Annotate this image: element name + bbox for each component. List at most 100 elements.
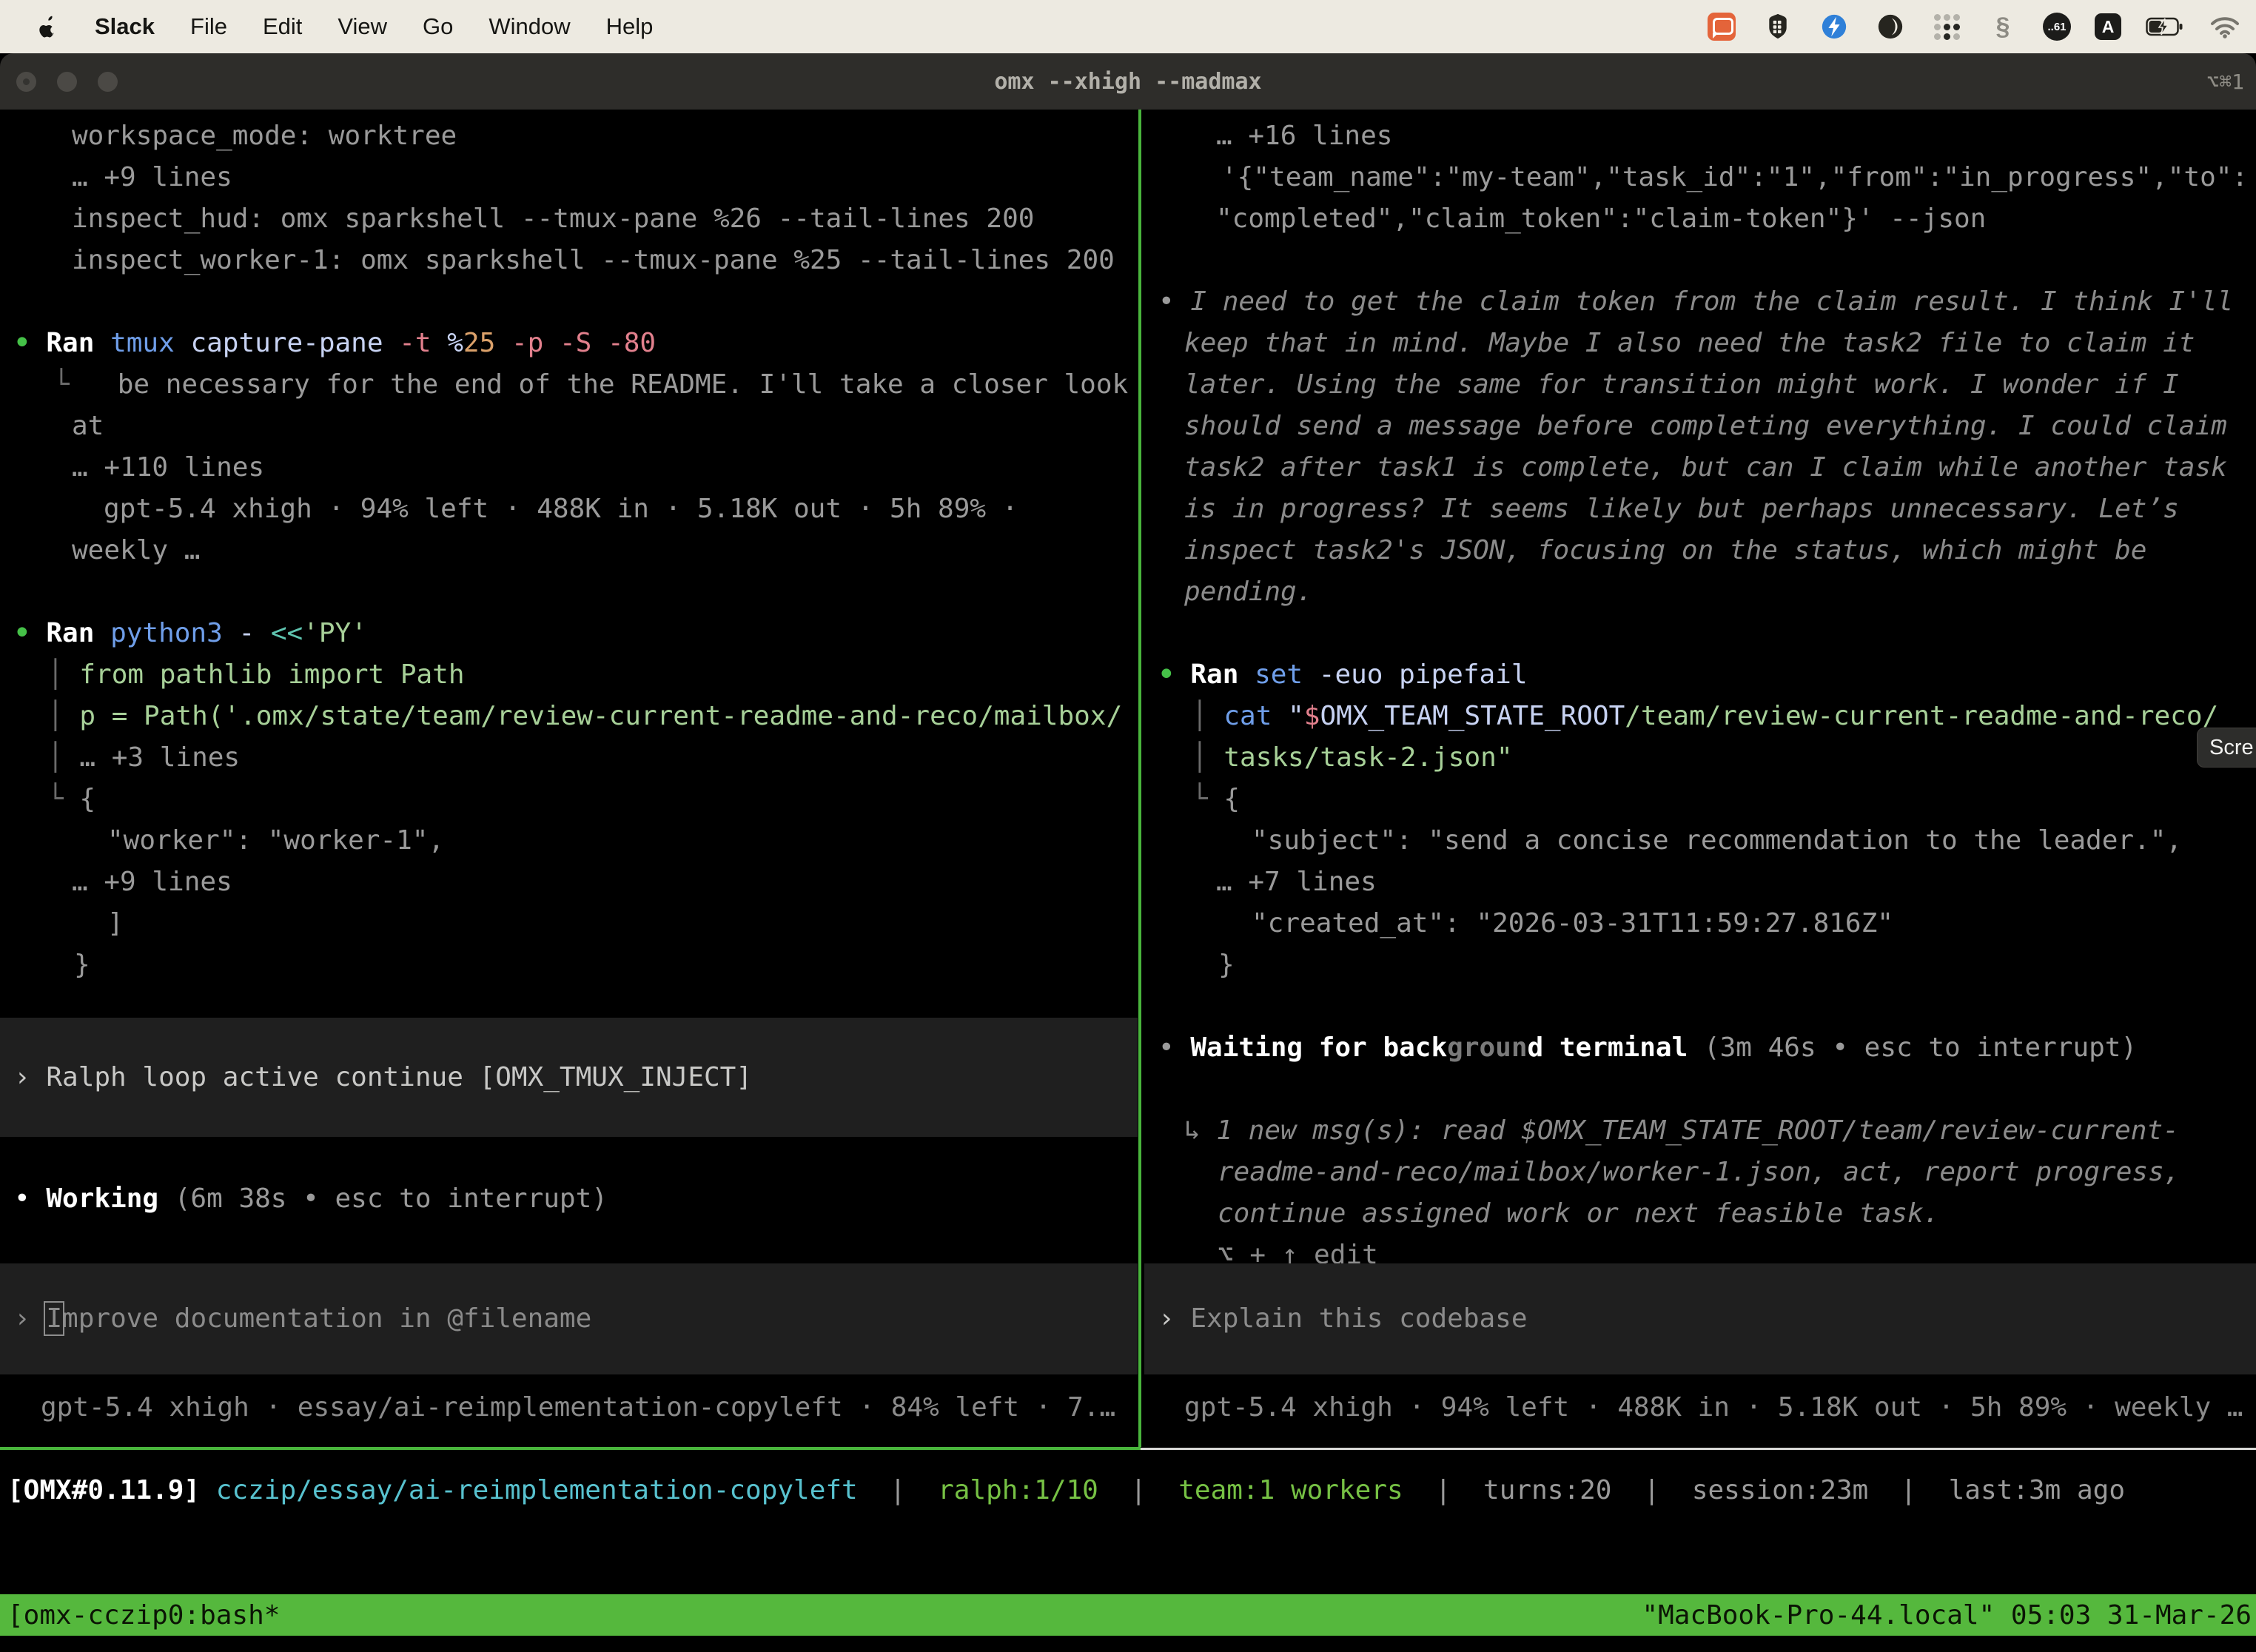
pane-divider[interactable] — [1138, 110, 1141, 1447]
terminal-text-segment: gpt-5.4 xhigh · 94% left · 488K in · 5.1… — [1184, 1392, 2243, 1423]
terminal-text-segment: └ — [1192, 784, 1223, 814]
terminal-row: [OMX#0.11.9] cczip/essay/ai-reimplementa… — [0, 1470, 2256, 1511]
window-shortcut: ⌥⌘1 — [2206, 53, 2244, 110]
terminal-text-segment: last:3m ago — [1949, 1475, 2125, 1505]
terminal-row: └ { — [0, 779, 1138, 820]
moon-glyph — [1876, 13, 1904, 41]
menu-app-name[interactable]: Slack — [95, 13, 155, 40]
terminal-text-segment: cat — [1223, 701, 1288, 731]
usage-badge-icon[interactable]: ..61 — [2043, 13, 2071, 41]
grid-dots-icon[interactable] — [1930, 10, 1963, 43]
terminal-text-segment: mprove documentation in @filename — [62, 1303, 591, 1334]
terminal-text-segment: inspect task2's JSON, focusing on the st… — [1184, 535, 2146, 565]
terminal-row: gpt-5.4 xhigh · 94% left · 488K in · 5.1… — [1144, 1387, 2255, 1428]
menu-item-view[interactable]: View — [338, 13, 387, 40]
terminal-text-segment: • — [14, 618, 46, 648]
terminal-text-segment: › — [1158, 1303, 1190, 1334]
terminal-row: readme-and-reco/mailbox/worker-1.json, a… — [1144, 1152, 2255, 1193]
terminal-text-segment: -p — [511, 328, 560, 358]
menu-item-go[interactable]: Go — [423, 13, 453, 40]
chat-app-icon[interactable] — [1705, 10, 1738, 43]
terminal-text-segment: task2 after task1 is complete, but can I… — [1184, 452, 2227, 483]
terminal-row: • I need to get the claim token from the… — [1144, 281, 2255, 323]
terminal-text-segment: (6m 38s • esc to interrupt) — [158, 1183, 608, 1214]
terminal-row: later. Using the same for transition mig… — [1144, 364, 2255, 406]
terminal-text-segment: inspect_worker-1: omx sparkshell --tmux-… — [72, 245, 1115, 275]
terminal-row: │ cat "$OMX_TEAM_STATE_ROOT/team/review-… — [1144, 696, 2255, 737]
terminal-text-segment: • — [1158, 1032, 1190, 1063]
minimize-button[interactable] — [57, 72, 77, 92]
menu-item-edit[interactable]: Edit — [263, 13, 302, 40]
terminal-row: └ { — [1144, 779, 2255, 820]
terminal-row — [1144, 986, 2255, 1027]
prompt-suggestion-explain[interactable]: › Explain this codebase — [1144, 1263, 2256, 1374]
terminal-row: • Ran tmux capture-pane -t %25 -p -S -80 — [0, 323, 1138, 364]
terminal-text-segment: -euo pipefail — [1319, 659, 1528, 690]
menu-item-help[interactable]: Help — [606, 13, 654, 40]
terminal-text-segment: << — [271, 618, 303, 648]
terminal-content[interactable]: workspace_mode: worktree… +9 linesinspec… — [0, 110, 2256, 1652]
menu-item-window[interactable]: Window — [489, 13, 570, 40]
terminal-text-segment: | — [858, 1475, 938, 1505]
terminal-row: • Waiting for background terminal (3m 46… — [1144, 1027, 2255, 1069]
moon-icon[interactable] — [1874, 10, 1907, 43]
terminal-text-segment: - — [238, 618, 270, 648]
wifi-icon[interactable] — [2209, 10, 2241, 43]
omx-status-line: [OMX#0.11.9] cczip/essay/ai-reimplementa… — [0, 1470, 2256, 1511]
terminal-row: … +110 lines — [0, 447, 1138, 488]
close-button[interactable] — [16, 72, 36, 92]
terminal-text-segment: │ — [1192, 742, 1223, 773]
terminal-text-segment: Ran — [46, 328, 110, 358]
terminal-row: ↳ 1 new msg(s): read $OMX_TEAM_STATE_ROO… — [1144, 1110, 2255, 1152]
traffic-lights — [16, 53, 118, 110]
terminal-row: │ tasks/task-2.json" — [1144, 737, 2255, 779]
terminal-text-segment: … +9 lines — [72, 867, 232, 897]
terminal-text-segment: │ — [1192, 701, 1223, 731]
terminal-text-segment: ralph:1/10 — [938, 1475, 1098, 1505]
terminal-text-segment: │ — [47, 701, 79, 731]
terminal-text-segment: 'PY' — [303, 618, 367, 648]
terminal-row: '{"team_name":"my-team","task_id":"1","f… — [1144, 157, 2255, 198]
terminal-text-segment: } — [74, 950, 90, 980]
right-pane-border — [1141, 1448, 2256, 1450]
window-titlebar[interactable]: omx --xhigh --madmax ⌥⌘1 — [0, 53, 2256, 110]
terminal-row: │ from pathlib import Path — [0, 654, 1138, 696]
shield-icon[interactable] — [1762, 10, 1794, 43]
terminal-row: "subject": "send a concise recommendatio… — [1144, 820, 2255, 862]
zoom-button[interactable] — [98, 72, 118, 92]
terminal-row: } — [0, 944, 1138, 986]
terminal-row: │ … +3 lines — [0, 737, 1138, 779]
terminal-text-segment: Working — [46, 1183, 158, 1214]
terminal-text-segment: weekly … — [72, 535, 200, 565]
terminal-text-segment: keep that in mind. Maybe I also need the… — [1184, 328, 2195, 358]
terminal-row: ] — [0, 903, 1138, 944]
squiggle-icon[interactable]: § — [1987, 10, 2019, 43]
terminal-text-segment: from pathlib import Path — [79, 659, 464, 690]
terminal-text-segment: } — [1218, 950, 1235, 980]
terminal-text-segment: • — [14, 328, 46, 358]
working-status: • Working (6m 38s • esc to interrupt) — [0, 1178, 1138, 1220]
terminal-text-segment: Ran — [1190, 659, 1255, 690]
terminal-text-segment: turns:20 — [1483, 1475, 1611, 1505]
left-pane-model-status: gpt-5.4 xhigh · essay/ai-reimplementatio… — [0, 1387, 1138, 1428]
terminal-text-segment: I — [46, 1303, 62, 1334]
apple-icon[interactable] — [37, 10, 59, 43]
terminal-text-segment: " — [1288, 701, 1304, 731]
tmux-status-bar: [omx-cczip0:bash* "MacBook-Pro-44.local"… — [0, 1594, 2256, 1636]
terminal-text-segment: gpt-5.4 xhigh · essay/ai-reimplementatio… — [41, 1392, 1115, 1423]
menu-item-file[interactable]: File — [190, 13, 227, 40]
pinwheel-icon[interactable] — [1818, 10, 1850, 43]
terminal-row: should send a message before completing … — [1144, 406, 2255, 447]
terminal-row: └ be necessary for the end of the README… — [0, 364, 1138, 406]
terminal-row: weekly … — [0, 530, 1138, 571]
terminal-text-segment: team:1 workers — [1178, 1475, 1403, 1505]
prompt-suggestion-improve[interactable]: › Improve documentation in @filename — [0, 1263, 1138, 1374]
terminal-text-segment: should send a message before completing … — [1184, 411, 2227, 441]
battery-icon[interactable] — [2145, 10, 2185, 43]
keyboard-layout-icon[interactable]: A — [2095, 13, 2121, 40]
terminal-text-segment: Waiting for back — [1190, 1032, 1447, 1063]
terminal-text-segment: └ — [47, 784, 79, 814]
terminal-text-segment: … +16 lines — [1216, 121, 1392, 151]
terminal-text-segment: Explain this codebase — [1190, 1303, 1527, 1334]
terminal-row: inspect task2's JSON, focusing on the st… — [1144, 530, 2255, 571]
